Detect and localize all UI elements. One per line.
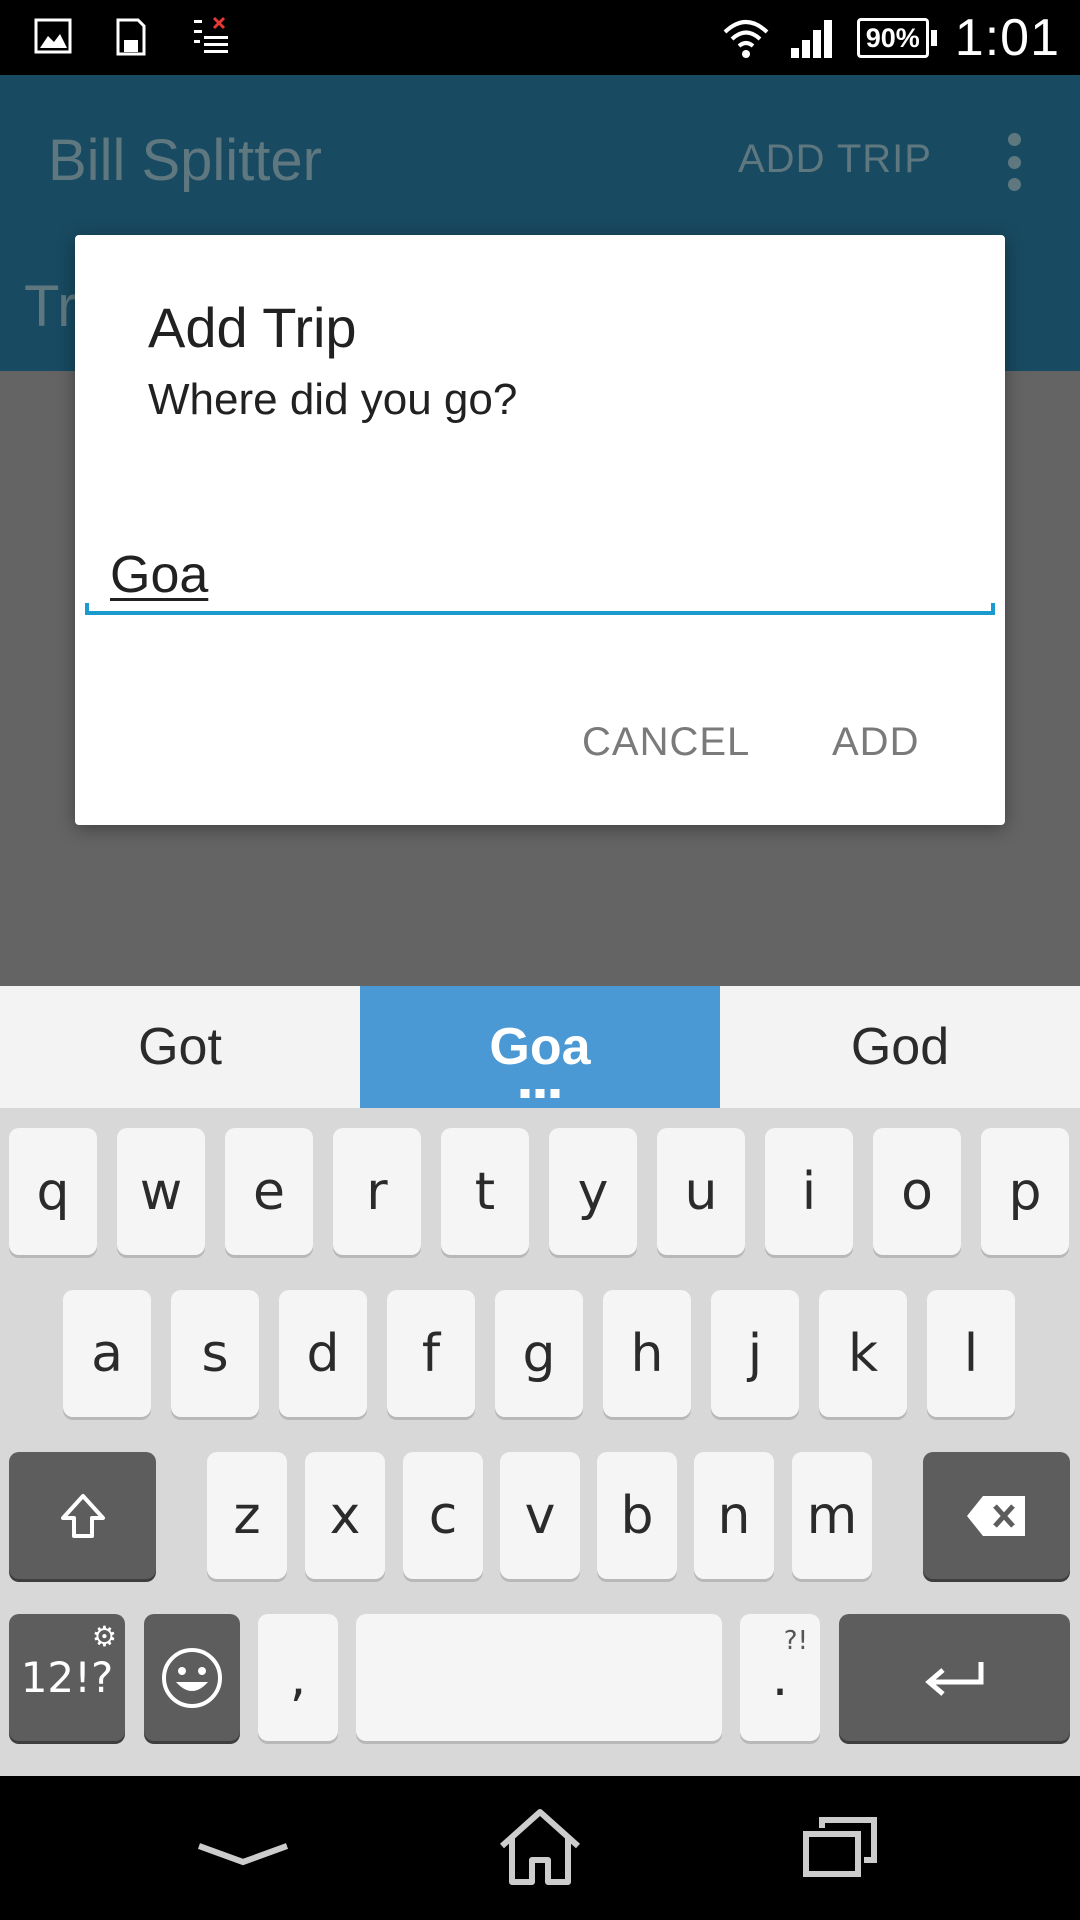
key-x[interactable]: x: [305, 1452, 385, 1579]
key-a[interactable]: a: [63, 1290, 151, 1417]
status-bar: 90% 1:01: [0, 0, 1080, 75]
clock: 1:01: [954, 8, 1060, 67]
more-suggestions-indicator: [520, 1089, 560, 1098]
keyboard: q w e r t y u i o p a s d f g h j k l z …: [0, 1108, 1080, 1776]
key-y[interactable]: y: [549, 1128, 637, 1255]
wifi-icon: [723, 19, 769, 58]
shift-icon: [60, 1493, 105, 1538]
key-m[interactable]: m: [792, 1452, 872, 1579]
emoji-key[interactable]: [144, 1614, 240, 1741]
app-title: Bill Splitter: [48, 128, 322, 193]
gallery-notification-icon: [34, 18, 72, 54]
suggestion-goa[interactable]: Goa: [360, 986, 720, 1108]
comma-key[interactable]: ,: [258, 1614, 338, 1741]
key-q[interactable]: q: [9, 1128, 97, 1255]
recent-apps-icon[interactable]: [792, 1806, 888, 1886]
dialog-title: Add Trip: [148, 296, 357, 359]
key-n[interactable]: n: [694, 1452, 774, 1579]
settings-gear-icon: ⚙: [91, 1620, 117, 1653]
add-trip-action[interactable]: ADD TRIP: [738, 137, 932, 182]
key-r[interactable]: r: [333, 1128, 421, 1255]
smiley-icon: [162, 1647, 222, 1708]
key-g[interactable]: g: [495, 1290, 583, 1417]
battery-icon: 90%: [856, 17, 937, 58]
key-j[interactable]: j: [711, 1290, 799, 1417]
back-chevron-icon[interactable]: [195, 1806, 291, 1886]
key-z[interactable]: z: [207, 1452, 287, 1579]
key-k[interactable]: k: [819, 1290, 907, 1417]
suggestion-goa-label: Goa: [489, 1018, 591, 1076]
input-underline: [85, 603, 995, 615]
backspace-icon: [966, 1495, 1025, 1536]
cancel-button[interactable]: CANCEL: [582, 720, 750, 765]
battery-level: 90%: [856, 17, 929, 58]
suggestion-strip: Got Goa God: [0, 986, 1080, 1108]
navigation-bar: [0, 1776, 1080, 1920]
key-d[interactable]: d: [279, 1290, 367, 1417]
backspace-key[interactable]: [923, 1452, 1070, 1579]
key-c[interactable]: c: [403, 1452, 483, 1579]
symbols-key[interactable]: 12!? ⚙: [9, 1614, 125, 1741]
sd-card-icon: [116, 18, 146, 56]
add-trip-dialog: Add Trip Where did you go? Goa CANCEL AD…: [75, 235, 1005, 825]
period-key-label: .: [771, 1647, 789, 1708]
tab-trips-partial: Tr: [24, 274, 77, 339]
shift-key[interactable]: [9, 1452, 156, 1579]
key-o[interactable]: o: [873, 1128, 961, 1255]
key-v[interactable]: v: [500, 1452, 580, 1579]
key-p[interactable]: p: [981, 1128, 1069, 1255]
space-key[interactable]: [356, 1614, 722, 1741]
enter-arrow-icon: [924, 1661, 983, 1696]
key-h[interactable]: h: [603, 1290, 691, 1417]
signal-icon: [790, 19, 832, 58]
overflow-menu-icon[interactable]: [1004, 133, 1024, 191]
suggestion-god[interactable]: God: [720, 986, 1080, 1108]
period-key-hint: ?!: [783, 1626, 808, 1656]
key-t[interactable]: t: [441, 1128, 529, 1255]
key-u[interactable]: u: [657, 1128, 745, 1255]
key-e[interactable]: e: [225, 1128, 313, 1255]
suggestion-got[interactable]: Got: [0, 986, 360, 1108]
key-b[interactable]: b: [597, 1452, 677, 1579]
add-button[interactable]: ADD: [832, 720, 919, 765]
trip-name-value: Goa: [110, 546, 209, 604]
key-f[interactable]: f: [387, 1290, 475, 1417]
key-s[interactable]: s: [171, 1290, 259, 1417]
key-i[interactable]: i: [765, 1128, 853, 1255]
trip-name-input[interactable]: Goa: [85, 535, 995, 615]
enter-key[interactable]: [839, 1614, 1070, 1741]
symbols-key-label: 12!?: [20, 1653, 114, 1702]
blocked-list-icon: [194, 16, 228, 53]
key-w[interactable]: w: [117, 1128, 205, 1255]
period-key[interactable]: . ?!: [740, 1614, 820, 1741]
key-l[interactable]: l: [927, 1290, 1015, 1417]
dialog-message: Where did you go?: [148, 375, 518, 424]
home-icon[interactable]: [492, 1806, 588, 1886]
